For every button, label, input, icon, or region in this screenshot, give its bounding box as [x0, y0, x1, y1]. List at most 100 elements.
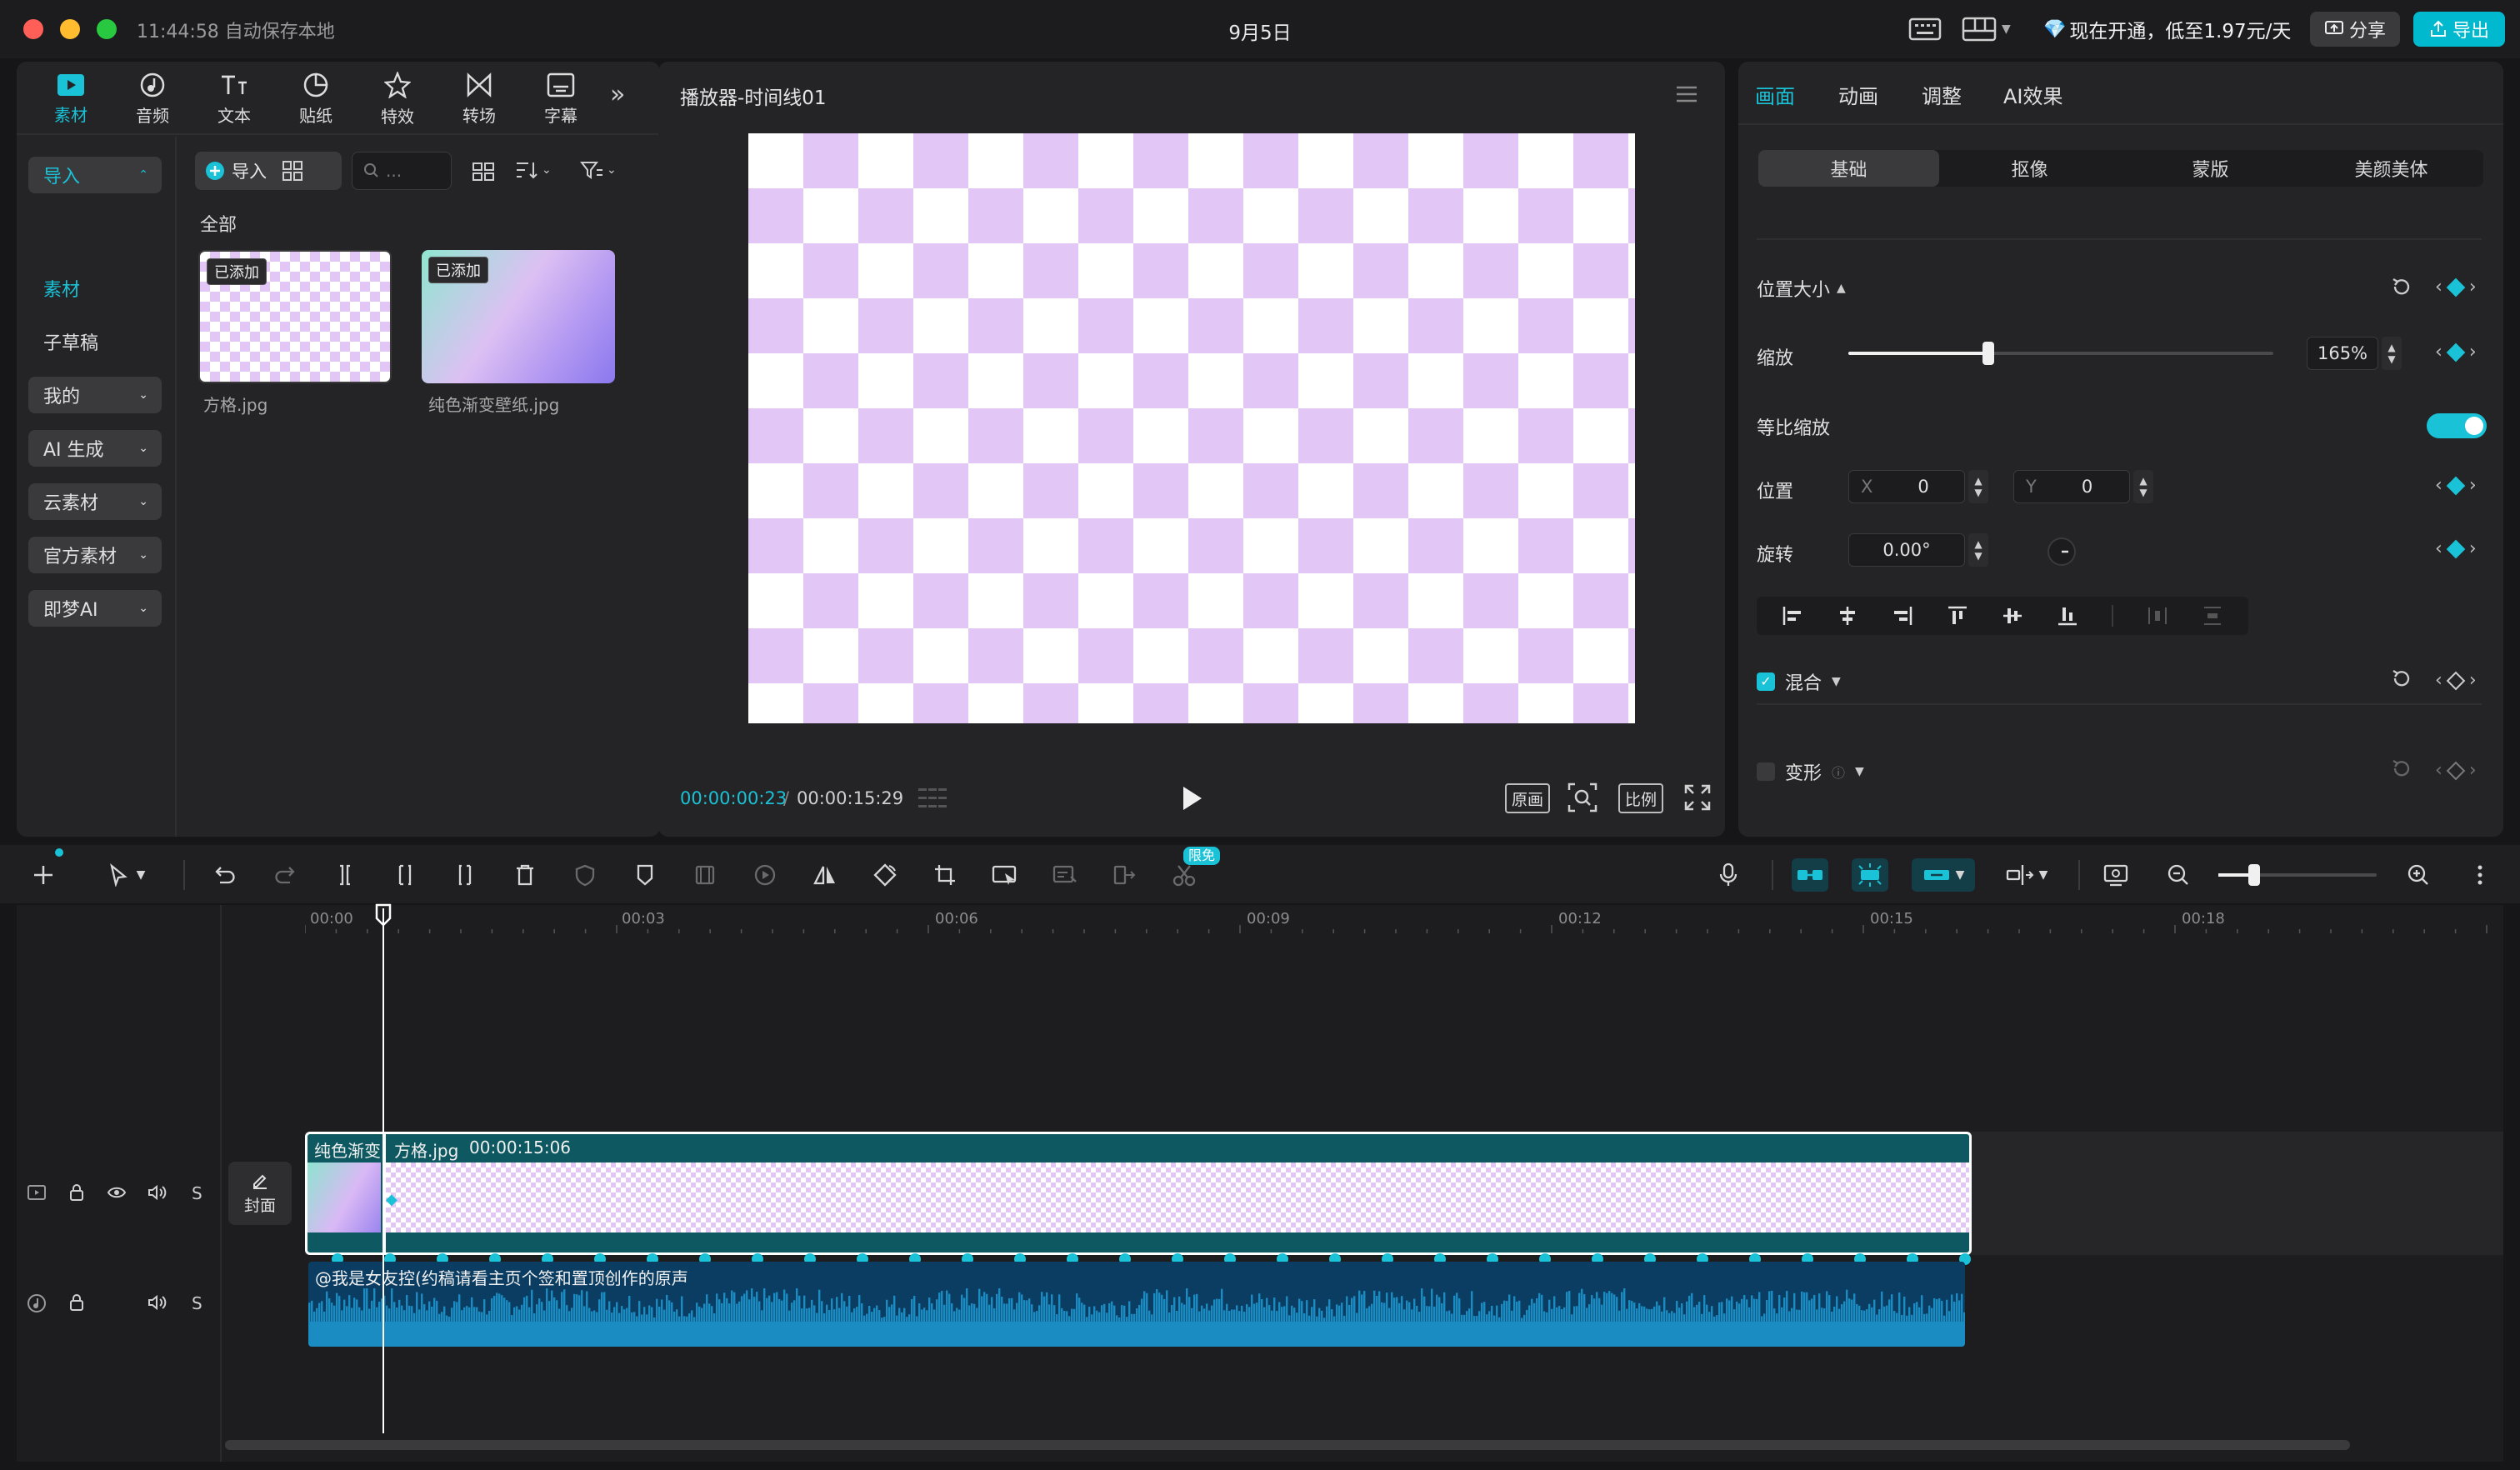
tab-sticker[interactable]: 贴纸: [280, 68, 352, 130]
subtab-beauty[interactable]: 美颜美体: [2301, 150, 2482, 187]
tab-transition[interactable]: 转场: [443, 68, 515, 130]
reset-icon[interactable]: [2390, 275, 2413, 298]
timeline-horizontal-scrollbar[interactable]: [225, 1440, 2350, 1450]
sidebar-item-official[interactable]: 官方素材 ⌄: [28, 537, 162, 573]
play-button[interactable]: [1178, 783, 1205, 813]
zoom-in-button[interactable]: [2402, 858, 2435, 892]
keyframe-empty-icon[interactable]: [2446, 671, 2466, 690]
tab-canvas[interactable]: 画面: [1755, 80, 1795, 109]
scale-stepper[interactable]: ▲ ▼: [2382, 337, 2402, 370]
keyframe-icon[interactable]: [2446, 539, 2466, 558]
filter-icon[interactable]: ⌄: [580, 160, 617, 180]
scale-input[interactable]: 165%: [2307, 337, 2378, 370]
sidebar-item-cloud[interactable]: 云素材 ⌄: [28, 483, 162, 520]
align-bottom-icon[interactable]: [2057, 605, 2078, 627]
subtab-mask[interactable]: 蒙版: [2120, 150, 2301, 187]
export-button[interactable]: 导出: [2413, 12, 2505, 47]
playhead[interactable]: [382, 908, 384, 1433]
align-top-icon[interactable]: [1947, 605, 1968, 627]
reset-icon[interactable]: [2390, 667, 2413, 690]
reverse-button[interactable]: [688, 858, 722, 892]
scale-slider[interactable]: [1848, 342, 2273, 365]
keyframe-icon[interactable]: [2446, 476, 2466, 495]
menu-icon[interactable]: [1675, 85, 1698, 103]
align-center-h-icon[interactable]: [1837, 605, 1858, 627]
audio-clip[interactable]: @我是女友控(约稿请看主页个签和置顶创作的原声: [308, 1262, 1965, 1347]
align-right-icon[interactable]: [1892, 605, 1913, 627]
reset-icon[interactable]: [2390, 757, 2413, 780]
zoom-slider-handle[interactable]: [2248, 864, 2260, 886]
tab-ai-effects[interactable]: AI效果: [2003, 80, 2063, 109]
prev-keyframe-icon[interactable]: ‹: [2435, 342, 2442, 362]
prev-keyframe-icon[interactable]: ‹: [2435, 277, 2442, 298]
maximize-window-button[interactable]: [97, 19, 117, 39]
tab-subtitle[interactable]: 字幕: [525, 68, 597, 130]
tab-adjust[interactable]: 调整: [1922, 80, 1962, 109]
add-track-button[interactable]: [27, 858, 60, 892]
import-button[interactable]: 导入: [195, 152, 342, 190]
rotation-input[interactable]: 0.00°: [1848, 533, 1965, 567]
keyframe-nav[interactable]: ‹ ›: [2435, 475, 2477, 496]
uniform-scale-toggle[interactable]: [2427, 413, 2487, 438]
media-item-gradient[interactable]: 已添加: [422, 250, 615, 383]
hide-track-icon[interactable]: [107, 1185, 127, 1200]
blend-section[interactable]: ✓ 混合 ▼: [1757, 668, 1841, 695]
position-y-stepper[interactable]: ▲ ▼: [2133, 470, 2153, 503]
playhead-handle[interactable]: [375, 903, 392, 927]
lock-track-icon[interactable]: [68, 1183, 85, 1202]
tab-text[interactable]: 文本: [198, 68, 270, 130]
keyframe-empty-icon[interactable]: [2446, 761, 2466, 780]
minimize-window-button[interactable]: [60, 19, 80, 39]
transform-section[interactable]: 变形 ⓘ ▼: [1757, 758, 1864, 785]
next-keyframe-icon[interactable]: ›: [2469, 475, 2477, 496]
delete-button[interactable]: [508, 858, 542, 892]
next-keyframe-icon[interactable]: ›: [2469, 538, 2477, 559]
close-window-button[interactable]: [23, 19, 43, 39]
split-button[interactable]: [328, 858, 362, 892]
gradient-clip-thumbnail[interactable]: [308, 1162, 381, 1232]
project-title[interactable]: 9月5日: [1177, 17, 1343, 45]
preview-canvas[interactable]: [748, 133, 1635, 723]
replace-button[interactable]: [1108, 858, 1142, 892]
record-audio-button[interactable]: [1712, 858, 1745, 892]
keyframe-nav[interactable]: ‹ ›: [2435, 342, 2477, 362]
layout-icon[interactable]: ▼: [1962, 13, 2020, 45]
prev-keyframe-icon[interactable]: ‹: [2435, 670, 2442, 691]
more-tabs-icon[interactable]: »: [610, 80, 625, 109]
next-keyframe-icon[interactable]: ›: [2469, 342, 2477, 362]
keyframe-icon[interactable]: [2446, 342, 2466, 362]
next-keyframe-icon[interactable]: ›: [2469, 760, 2477, 781]
redo-button[interactable]: [268, 858, 302, 892]
solo-track-button[interactable]: S: [192, 1293, 202, 1313]
position-y-input[interactable]: Y 0: [2013, 470, 2130, 503]
keyframe-nav[interactable]: ‹ ›: [2435, 760, 2477, 781]
timecode-list-icon[interactable]: [917, 785, 950, 812]
fullscreen-icon[interactable]: [1683, 783, 1712, 812]
transform-checkbox[interactable]: [1757, 762, 1775, 781]
solo-track-button[interactable]: S: [192, 1183, 202, 1203]
more-options-icon[interactable]: [2463, 858, 2497, 892]
keyframe-icon[interactable]: [2446, 278, 2466, 297]
subtab-basic[interactable]: 基础: [1758, 150, 1939, 187]
keyframe-nav[interactable]: ‹ ›: [2435, 538, 2477, 559]
subtitle-edit-button[interactable]: [1048, 858, 1082, 892]
media-item-checker[interactable]: 已添加: [198, 250, 392, 383]
original-quality-button[interactable]: 原画: [1505, 783, 1551, 813]
trim-left-button[interactable]: [388, 858, 422, 892]
tab-effects[interactable]: 特效: [362, 68, 433, 130]
sidebar-item-jimeng-ai[interactable]: 即梦AI ⌄: [28, 590, 162, 627]
help-icon[interactable]: ⓘ: [1832, 762, 1845, 782]
tab-media[interactable]: 素材: [35, 68, 107, 130]
video-clip[interactable]: 纯色渐变 方格.jpg 00:00:15:06 ◆: [305, 1132, 1972, 1255]
share-button[interactable]: 分享: [2310, 12, 2400, 47]
trim-right-button[interactable]: [448, 858, 482, 892]
align-left-icon[interactable]: [1782, 605, 1803, 627]
sidebar-item-subdraft[interactable]: 子草稿: [28, 323, 162, 360]
sidebar-item-material[interactable]: 素材: [28, 270, 162, 307]
linkage-button[interactable]: ▼: [1912, 858, 1975, 892]
vip-promo[interactable]: 💎 现在开通，低至1.97元/天: [2043, 13, 2291, 45]
mute-track-icon[interactable]: [147, 1183, 167, 1202]
sort-icon[interactable]: ⌄: [515, 160, 552, 180]
freeze-button[interactable]: [568, 858, 602, 892]
keyframe-nav[interactable]: ‹ ›: [2435, 277, 2477, 298]
